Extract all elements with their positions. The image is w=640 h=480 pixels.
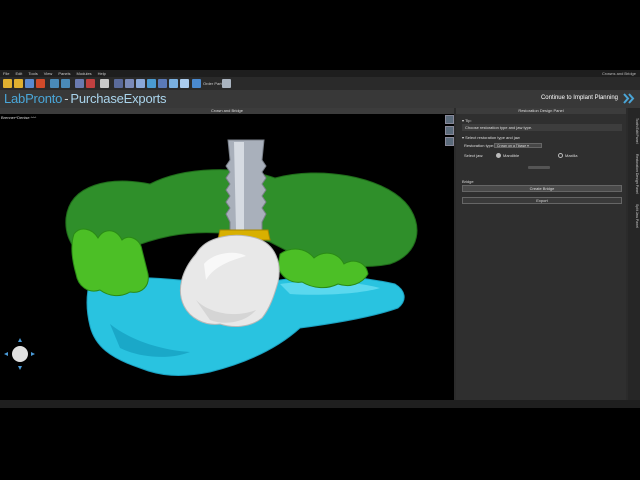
tooth-icon[interactable] xyxy=(100,79,109,88)
zoom-icon[interactable] xyxy=(75,79,84,88)
select-section-label: Select restoration type and jaw xyxy=(465,135,520,140)
continue-button[interactable]: Continue to Implant Planning xyxy=(541,95,618,101)
brand-bar: LabPronto - PurchaseExports Continue to Im… xyxy=(0,90,640,108)
toolbar: Order Parts xyxy=(0,77,640,91)
restoration-type-value: Crown on a Tibase xyxy=(497,144,527,148)
jaw-label: Select jaw: xyxy=(464,153,484,158)
brand-purchase-exports: PurchaseExports xyxy=(70,91,167,106)
brand-separator: - xyxy=(64,91,69,106)
side-tab-strip: Tooth Edit Panel Restoration Design Pane… xyxy=(628,108,640,400)
export-button[interactable]: Export xyxy=(462,197,622,204)
implant-fixture[interactable] xyxy=(225,139,267,233)
menu-edit[interactable]: Edit xyxy=(12,70,25,76)
restoration-design-panel: Restoration Design Panel ▾ Tip: Choose r… xyxy=(456,108,626,400)
jaw-radio-mandible[interactable]: Mandible xyxy=(496,153,519,159)
measure-icon[interactable] xyxy=(125,79,134,88)
order-parts-label[interactable]: Order Parts xyxy=(203,81,224,86)
tab-split-jaw-panel[interactable]: Split Jaw Panel xyxy=(629,204,639,228)
double-chevron-right-icon[interactable] xyxy=(622,92,635,105)
menu-panels[interactable]: Panels xyxy=(55,70,73,76)
menu-bar: File Edit Tools View Panels Modules Help Crown… xyxy=(0,70,640,77)
menu-view[interactable]: View xyxy=(41,70,56,76)
grid-icon[interactable] xyxy=(169,79,178,88)
application-window: File Edit Tools View Panels Modules Help Crown… xyxy=(0,70,640,408)
menu-file[interactable]: File xyxy=(0,70,12,76)
skull-icon xyxy=(12,346,28,362)
tools-icon[interactable] xyxy=(222,79,231,88)
close-icon[interactable] xyxy=(36,79,45,88)
restoration-type-label: Restoration type: xyxy=(464,143,495,148)
orientation-widget[interactable] xyxy=(2,336,36,372)
expand-handle[interactable] xyxy=(528,166,550,169)
radio-dot-icon xyxy=(558,153,563,159)
redo-icon[interactable] xyxy=(61,79,70,88)
pin-icon[interactable] xyxy=(86,79,95,88)
tab-tooth-edit-panel[interactable]: Tooth Edit Panel xyxy=(629,118,639,144)
cloud-icon[interactable] xyxy=(180,79,189,88)
scan-icon[interactable] xyxy=(158,79,167,88)
status-bar xyxy=(0,400,640,408)
dental-model-render[interactable] xyxy=(0,114,454,400)
rotate-icon[interactable] xyxy=(147,79,156,88)
3d-viewport[interactable]: Brenner^Denise ^^^ xyxy=(0,114,454,400)
menu-tools[interactable]: Tools xyxy=(25,70,40,76)
menu-modules[interactable]: Modules xyxy=(74,70,95,76)
create-bridge-button[interactable]: Create Bridge xyxy=(462,185,622,192)
radio-dot-icon xyxy=(496,153,501,159)
move-icon[interactable] xyxy=(136,79,145,88)
crown-restoration[interactable] xyxy=(180,234,280,327)
tips-section-header[interactable]: ▾ Tip: xyxy=(462,118,472,123)
app-title: Crowns and Bridge xyxy=(601,71,636,76)
menu-help[interactable]: Help xyxy=(95,70,109,76)
restoration-type-select[interactable]: Crown on a Tibase ▾ xyxy=(494,143,542,148)
select-section-header[interactable]: ▾ Select restoration type and jaw xyxy=(462,135,520,140)
jaw-radio-maxilla[interactable]: Maxilla xyxy=(558,153,577,159)
undo-icon[interactable] xyxy=(50,79,59,88)
tab-restoration-design-panel[interactable]: Restoration Design Panel xyxy=(629,154,639,194)
panel-title: Restoration Design Panel xyxy=(456,108,626,114)
tips-text: Choose restoration type and jaw type. xyxy=(462,124,622,131)
bridge-section-header: Bridge xyxy=(462,179,474,184)
brand-labpronto: LabPronto xyxy=(4,91,63,106)
select-icon[interactable] xyxy=(114,79,123,88)
save-icon[interactable] xyxy=(25,79,34,88)
folder-icon[interactable] xyxy=(14,79,23,88)
brand-logo: LabPronto - PurchaseExports xyxy=(4,91,167,106)
tips-label: Tip: xyxy=(465,118,472,123)
folder-open-icon[interactable] xyxy=(3,79,12,88)
cart-icon[interactable] xyxy=(192,79,201,88)
